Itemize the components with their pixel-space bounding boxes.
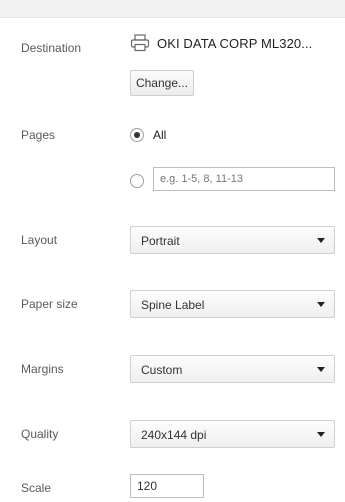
- paper-size-label: Paper size: [21, 297, 78, 311]
- pages-custom-input[interactable]: [153, 167, 335, 191]
- pages-custom-radio[interactable]: [130, 174, 144, 188]
- margins-select[interactable]: Custom: [130, 355, 335, 383]
- printer-icon: [130, 34, 150, 52]
- destination-label: Destination: [21, 41, 82, 55]
- margins-label: Margins: [21, 362, 64, 376]
- quality-label: Quality: [21, 427, 59, 441]
- quality-select-value: 240x144 dpi: [141, 428, 207, 442]
- scale-label: Scale: [21, 481, 52, 495]
- layout-select[interactable]: Portrait: [130, 226, 335, 254]
- margins-select-value: Custom: [141, 363, 183, 377]
- chevron-down-icon: [317, 432, 325, 437]
- top-bar: [0, 0, 345, 18]
- printer-name: OKI DATA CORP ML320...: [157, 36, 313, 51]
- layout-label: Layout: [21, 233, 58, 247]
- paper-size-select[interactable]: Spine Label: [130, 290, 335, 318]
- chevron-down-icon: [317, 238, 325, 243]
- paper-size-select-value: Spine Label: [141, 298, 205, 312]
- change-destination-button[interactable]: Change...: [130, 70, 194, 96]
- pages-all-label: All: [153, 128, 167, 142]
- scale-input[interactable]: [130, 474, 204, 498]
- pages-label: Pages: [21, 128, 56, 142]
- chevron-down-icon: [317, 367, 325, 372]
- pages-all-radio[interactable]: [130, 128, 144, 142]
- chevron-down-icon: [317, 302, 325, 307]
- layout-select-value: Portrait: [141, 234, 180, 248]
- quality-select[interactable]: 240x144 dpi: [130, 420, 335, 448]
